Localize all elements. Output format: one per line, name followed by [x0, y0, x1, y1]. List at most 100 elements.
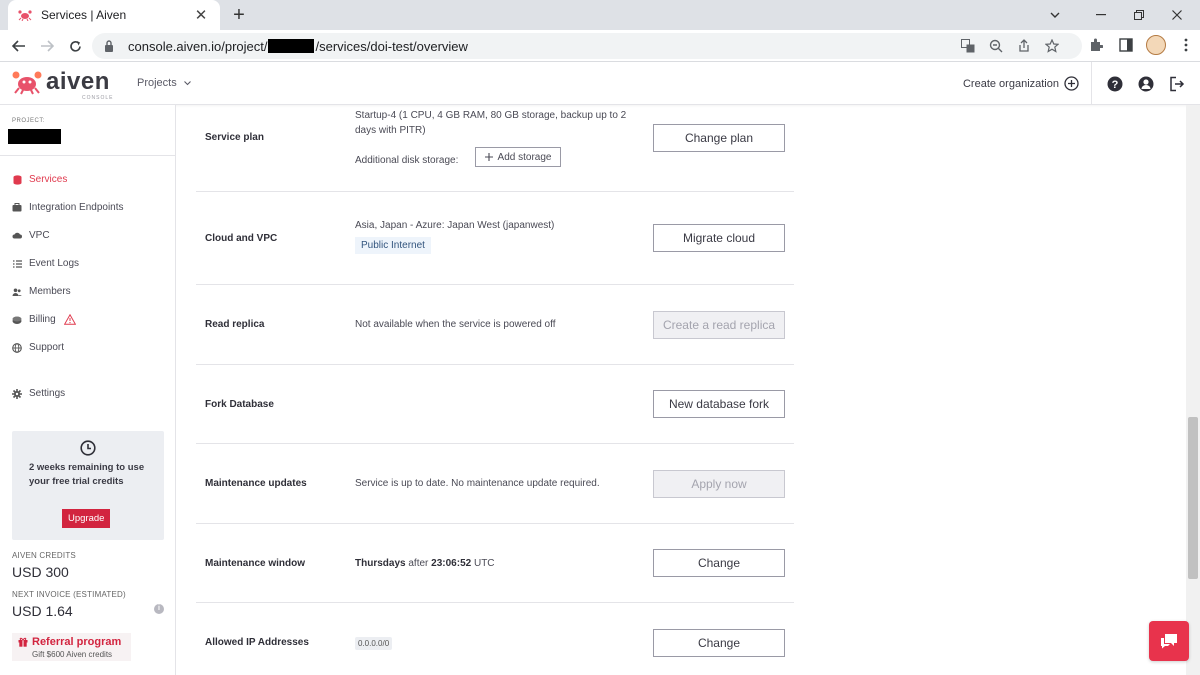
maintenance-window-value: Thursdays after 23:06:52 UTC — [355, 556, 495, 571]
new-database-fork-button[interactable]: New database fork — [653, 390, 785, 418]
create-read-replica-button[interactable]: Create a read replica — [653, 311, 785, 339]
browser-menu-icon[interactable] — [1176, 35, 1196, 55]
chevron-down-icon — [183, 77, 191, 89]
add-storage-label: Add storage — [497, 151, 552, 163]
sidebar-item-integration-endpoints[interactable]: Integration Endpoints — [12, 202, 124, 213]
sidebar-item-label: Services — [29, 174, 68, 185]
maintenance-status: Service is up to date. No maintenance up… — [355, 478, 600, 489]
row-label: Fork Database — [205, 399, 274, 410]
maintenance-updates-row: Maintenance updates Service is up to dat… — [196, 444, 794, 524]
tab-close-icon[interactable]: ✕ — [192, 6, 210, 24]
globe-icon — [12, 342, 22, 353]
restore-icon[interactable] — [1120, 0, 1158, 30]
chat-icon — [1160, 633, 1178, 649]
forward-icon[interactable] — [35, 34, 59, 58]
row-label: Read replica — [205, 319, 265, 330]
sidebar-item-label: Billing — [29, 314, 56, 325]
referral-program-link[interactable]: Referral program Gift $600 Aiven credits — [12, 633, 131, 661]
plus-circle-icon — [1064, 76, 1079, 91]
sidebar-item-settings[interactable]: Settings — [12, 388, 65, 399]
invoice-label: NEXT INVOICE (ESTIMATED) — [12, 590, 126, 599]
upgrade-button[interactable]: Upgrade — [62, 509, 111, 528]
info-icon[interactable]: i — [154, 604, 164, 614]
sidebar-item-support[interactable]: Support — [12, 342, 64, 353]
maintenance-time: 23:06:52 — [431, 558, 472, 569]
tab-search-icon[interactable] — [1036, 0, 1074, 30]
sidebar-item-label: Settings — [29, 388, 66, 399]
browser-tabstrip: Services | Aiven ✕ + — [0, 0, 1200, 30]
bookmark-star-icon[interactable] — [1044, 38, 1060, 54]
list-icon — [12, 259, 22, 269]
plus-icon — [484, 153, 493, 161]
row-label: Maintenance window — [205, 558, 306, 569]
change-plan-button[interactable]: Change plan — [653, 124, 785, 152]
gift-icon — [18, 637, 28, 647]
browser-tab[interactable]: Services | Aiven ✕ — [8, 0, 220, 30]
maintenance-window-row: Maintenance window Thursdays after 23:06… — [196, 524, 794, 603]
add-storage-button[interactable]: Add storage — [475, 147, 561, 167]
change-allowed-ip-button[interactable]: Change — [653, 629, 785, 657]
aiven-logo[interactable]: aiven CONSOLE — [12, 68, 112, 101]
billing-icon — [12, 315, 22, 325]
user-account-icon[interactable] — [1137, 75, 1155, 93]
back-icon[interactable] — [7, 34, 31, 58]
change-maintenance-window-button[interactable]: Change — [653, 549, 785, 577]
apply-now-button[interactable]: Apply now — [653, 470, 785, 498]
help-icon[interactable]: ? — [1106, 75, 1124, 93]
trial-message: 2 weeks remaining to use your free trial… — [29, 462, 145, 487]
sidebar-item-event-logs[interactable]: Event Logs — [12, 258, 79, 269]
endpoint-icon — [12, 203, 22, 213]
new-tab-button[interactable]: + — [229, 4, 249, 26]
scrollbar-thumb[interactable] — [1188, 417, 1198, 579]
crab-logo-icon — [12, 71, 42, 95]
project-label: PROJECT: — [12, 118, 46, 124]
side-panel-icon[interactable] — [1116, 35, 1136, 55]
sidebar-item-members[interactable]: Members — [12, 286, 71, 297]
address-bar[interactable]: console.aiven.io/project/ /services/doi-… — [92, 33, 1082, 59]
url-suffix: /services/doi-test/overview — [315, 38, 468, 54]
credits-label: AIVEN CREDITS — [12, 551, 76, 560]
sidebar-item-vpc[interactable]: VPC — [12, 230, 50, 241]
warning-icon — [63, 314, 76, 325]
share-icon[interactable] — [1016, 38, 1032, 54]
minimize-icon[interactable] — [1082, 0, 1120, 30]
clock-icon — [80, 440, 96, 456]
logo-wordmark: aiven — [46, 68, 110, 95]
sidebar-item-label: Members — [29, 286, 71, 297]
profile-avatar[interactable] — [1146, 35, 1166, 55]
create-organization-button[interactable]: Create organization — [963, 76, 1079, 91]
sidebar-item-label: Integration Endpoints — [29, 202, 124, 213]
projects-dropdown[interactable]: Projects — [137, 77, 191, 89]
sidebar-item-billing[interactable]: Billing — [12, 314, 76, 325]
logout-icon[interactable] — [1168, 75, 1186, 93]
fork-database-row: Fork Database New database fork — [196, 365, 794, 444]
page-scrollbar[interactable] — [1186, 105, 1200, 675]
row-label: Maintenance updates — [205, 478, 307, 489]
sidebar-divider — [0, 155, 176, 156]
plan-description: Startup-4 (1 CPU, 4 GB RAM, 80 GB storag… — [355, 110, 627, 136]
read-replica-row: Read replica Not available when the serv… — [196, 285, 794, 365]
trial-box: 2 weeks remaining to use your free trial… — [12, 431, 164, 540]
avatar — [1146, 35, 1166, 55]
projects-label: Projects — [137, 77, 177, 89]
network-tag: Public Internet — [355, 237, 431, 254]
members-icon — [12, 287, 22, 297]
close-window-icon[interactable] — [1158, 0, 1196, 30]
zoom-icon[interactable] — [988, 38, 1004, 54]
lock-icon — [104, 40, 118, 52]
chat-support-button[interactable] — [1149, 621, 1189, 661]
migrate-cloud-button[interactable]: Migrate cloud — [653, 224, 785, 252]
maintenance-after: after — [408, 558, 429, 569]
project-name-redacted[interactable] — [8, 129, 61, 144]
cloud-icon — [12, 231, 22, 241]
row-label: Cloud and VPC — [205, 233, 278, 244]
invoice-value: USD 1.64 — [12, 603, 73, 619]
cloud-vpc-row: Cloud and VPC Asia, Japan - Azure: Japan… — [196, 192, 794, 285]
sidebar-item-services[interactable]: Services — [12, 174, 67, 185]
reload-icon[interactable] — [63, 34, 87, 58]
extensions-icon[interactable] — [1086, 35, 1106, 55]
referral-subtitle: Gift $600 Aiven credits — [32, 650, 113, 659]
header-divider — [1091, 62, 1092, 105]
translate-icon[interactable] — [960, 38, 976, 54]
read-replica-description: Not available when the service is powere… — [355, 319, 556, 330]
